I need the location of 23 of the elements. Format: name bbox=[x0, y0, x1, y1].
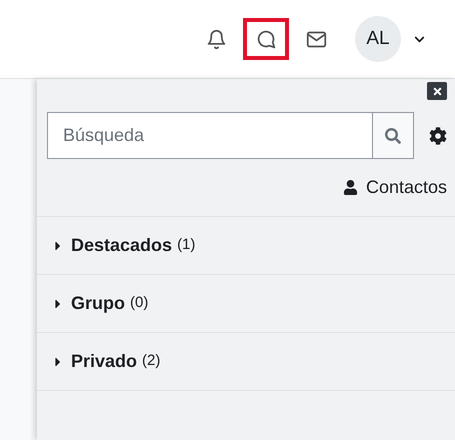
section-toggle[interactable]: Privado (2) bbox=[37, 333, 455, 391]
contacts-link[interactable]: Contactos bbox=[342, 174, 447, 201]
chat-icon bbox=[256, 28, 276, 50]
chevron-down-icon[interactable] bbox=[414, 34, 425, 44]
section-title: Grupo bbox=[71, 292, 125, 315]
section-count: (1) bbox=[177, 235, 196, 256]
mail-icon bbox=[306, 28, 326, 50]
section-toggle[interactable]: Destacados (1) bbox=[37, 217, 455, 275]
section-count: (2) bbox=[142, 351, 160, 372]
section-toggle[interactable]: Grupo (0) bbox=[37, 275, 455, 333]
search-field[interactable]: Búsqueda bbox=[47, 112, 373, 159]
highlighted-icon-button[interactable] bbox=[243, 18, 289, 60]
section-title: Destacados bbox=[71, 234, 172, 257]
close-button[interactable] bbox=[427, 82, 447, 100]
user-icon bbox=[342, 180, 358, 195]
bell-icon bbox=[206, 28, 226, 50]
settings-icon[interactable] bbox=[429, 126, 447, 144]
search-icon bbox=[385, 128, 401, 144]
user-avatar[interactable]: AL bbox=[355, 16, 401, 62]
close-icon bbox=[432, 86, 442, 96]
section-count: (0) bbox=[130, 293, 148, 314]
search-button[interactable] bbox=[373, 112, 414, 159]
section-title: Privado bbox=[71, 350, 138, 373]
